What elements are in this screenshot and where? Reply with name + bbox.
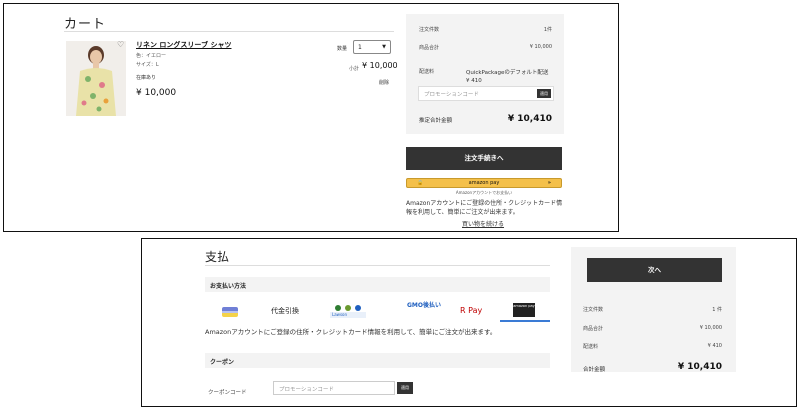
product-size: サイズ：L <box>136 62 159 68</box>
payment-method-card[interactable] <box>205 304 245 320</box>
chevron-down-icon: ▼ <box>382 44 386 50</box>
product-image[interactable] <box>66 41 126 116</box>
lock-icon: 🔒 <box>417 180 424 186</box>
total-value: ¥ 10,410 <box>677 362 722 372</box>
divider <box>64 31 394 32</box>
amazon-pay-logo: amazon pay <box>513 303 535 317</box>
cart-title: カート <box>64 17 107 32</box>
subtotal-value: ¥ 10,000 <box>362 61 398 70</box>
summary-value: 1 件 <box>712 307 722 313</box>
payment-method-cod[interactable]: 代金引換 <box>271 306 299 316</box>
chevron-right-icon: » <box>547 180 551 186</box>
summary-row-shipping: 配送料 ¥ 410 <box>583 343 722 350</box>
summary-row-subtotal: 商品合計 ¥ 10,000 <box>583 325 722 332</box>
payment-summary-panel: 次へ 注文件数 1 件 商品合計 ¥ 10,000 配送料 ¥ 410 合計金額… <box>571 247 736 373</box>
payment-method-gmo[interactable]: GMO後払い <box>407 303 441 309</box>
quantity-value: 1 <box>358 44 362 51</box>
coupon-code-field[interactable]: プロモーションコード <box>273 381 395 395</box>
coupon-apply-button[interactable]: 適用 <box>397 382 413 394</box>
promo-placeholder: プロモーションコード <box>279 387 334 393</box>
quantity-label: 数量 <box>337 46 348 52</box>
amazon-pay-button[interactable]: 🔒 amazon pay » <box>406 178 562 188</box>
coupon-heading: クーポン <box>205 353 550 368</box>
next-button[interactable]: 次へ <box>587 258 722 282</box>
product-color: 色：イエロー <box>136 53 166 59</box>
cart-screenshot: カート ♡ リネン ロングスリーブ シャツ 色：イエロー サイズ：L 在庫あり … <box>3 3 619 232</box>
stock-status: 在庫あり <box>136 75 157 81</box>
payment-method-lawson[interactable]: Lawson <box>330 304 366 318</box>
total-label: 推定合計金額 <box>419 118 453 124</box>
payment-title: 支払 <box>205 250 230 264</box>
checkout-button[interactable]: 注文手続きへ <box>406 147 562 170</box>
summary-label: 商品合計 <box>583 326 604 332</box>
summary-value: ¥ 410 <box>707 343 722 349</box>
payment-methods-heading: お支払い方法 <box>205 277 550 292</box>
summary-value: ¥ 10,000 <box>529 44 552 50</box>
payment-method-amazon-pay[interactable]: amazon pay <box>500 301 550 322</box>
shipping-detail: QuickPackageのデフォルト配送 ¥ 410 <box>466 69 548 85</box>
payment-note: Amazonアカウントにご登録の住所・クレジットカード情報を利用して、簡単にご注… <box>205 328 497 336</box>
payment-screenshot: 支払 お支払い方法 代金引換 Lawson GMO後払い R Pay amazo… <box>141 238 797 407</box>
amazon-pay-note: Amazonアカウントにご登録の住所・クレジットカード情報を利用して、簡単にご注… <box>406 200 563 216</box>
amazon-pay-logo: amazon pay <box>468 180 500 186</box>
continue-shopping-link[interactable]: 買い物を続ける <box>462 219 504 228</box>
lawson-label: Lawson <box>332 312 348 317</box>
promo-apply-button[interactable]: 適用 <box>537 89 551 98</box>
coupon-label: クーポンコード <box>208 390 247 396</box>
summary-label: 注文件数 <box>419 27 440 33</box>
product-name-link[interactable]: リネン ロングスリーブ シャツ <box>136 40 231 50</box>
summary-row-count: 注文件数 1件 <box>419 26 552 33</box>
summary-row-subtotal: 商品合計 ¥ 10,000 <box>419 44 552 51</box>
total-value: ¥ 10,410 <box>507 114 552 124</box>
payment-method-rpay[interactable]: R Pay <box>460 306 482 315</box>
shipping-value: ¥ 410 <box>466 78 482 84</box>
summary-value: ¥ 10,000 <box>699 325 722 331</box>
quantity-select[interactable]: 1 ▼ <box>353 40 391 54</box>
divider <box>205 265 550 266</box>
amazon-pay-subtext: Amazonアカウントでお支払い <box>455 190 513 195</box>
credit-card-icon <box>222 307 238 317</box>
summary-label: 商品合計 <box>419 45 440 51</box>
heart-icon[interactable]: ♡ <box>117 40 124 49</box>
summary-label: 注文件数 <box>583 307 604 313</box>
promo-placeholder: プロモーションコード <box>424 92 479 98</box>
summary-label: 配送料 <box>583 344 599 350</box>
product-price: ¥ 10,000 <box>136 88 177 98</box>
delete-link[interactable]: 削除 <box>379 79 389 86</box>
summary-value: 1件 <box>543 27 552 33</box>
shipping-method: QuickPackageのデフォルト配送 <box>466 70 549 76</box>
summary-label: 配送料 <box>419 69 435 75</box>
promo-code-field[interactable]: プロモーションコード 適用 <box>418 86 554 101</box>
subtotal-label: 小計 <box>349 66 360 72</box>
order-summary-panel: 注文件数 1件 商品合計 ¥ 10,000 配送料 QuickPackageのデ… <box>406 14 564 134</box>
total-label: 合計金額 <box>583 367 606 373</box>
summary-row-count: 注文件数 1 件 <box>583 306 722 313</box>
